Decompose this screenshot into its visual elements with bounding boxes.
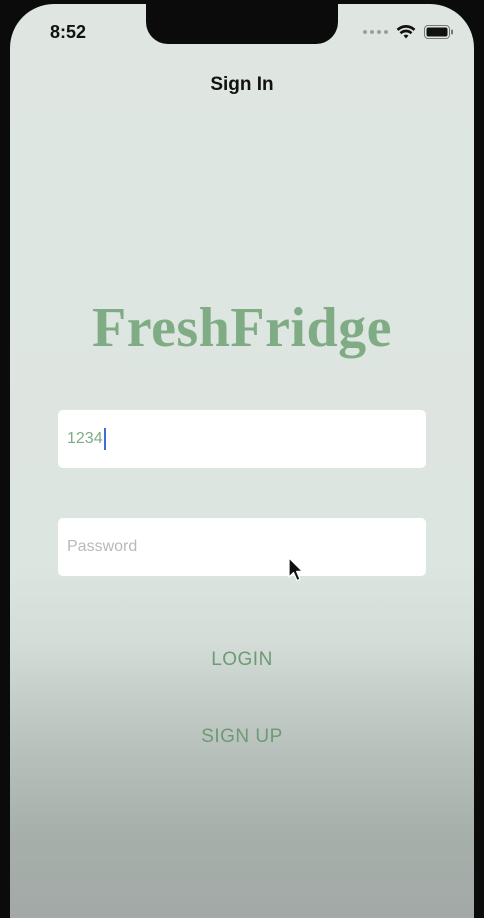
username-field[interactable]: 1234: [58, 410, 426, 468]
sign-up-button[interactable]: SIGN UP: [10, 726, 474, 748]
status-time: 8:52: [50, 22, 87, 42]
device-notch: [146, 4, 338, 44]
text-caret: [103, 428, 106, 450]
wifi-icon: [396, 25, 416, 39]
battery-icon: [424, 25, 453, 39]
signal-icon: [363, 30, 388, 34]
password-field[interactable]: Password: [58, 518, 426, 576]
nav-title: Sign In: [210, 74, 274, 95]
login-button[interactable]: LOGIN: [10, 649, 474, 671]
phone-device: 8:52 Sign In FreshFridge 1234 Password L…: [0, 0, 484, 918]
password-placeholder: Password: [67, 538, 138, 555]
mouse-pointer-icon: [288, 557, 304, 582]
app-title: FreshFridge: [92, 297, 392, 359]
app-screen: 8:52 Sign In FreshFridge 1234 Password L…: [10, 4, 474, 918]
username-value: 1234: [67, 430, 103, 447]
status-icons: [363, 24, 454, 40]
